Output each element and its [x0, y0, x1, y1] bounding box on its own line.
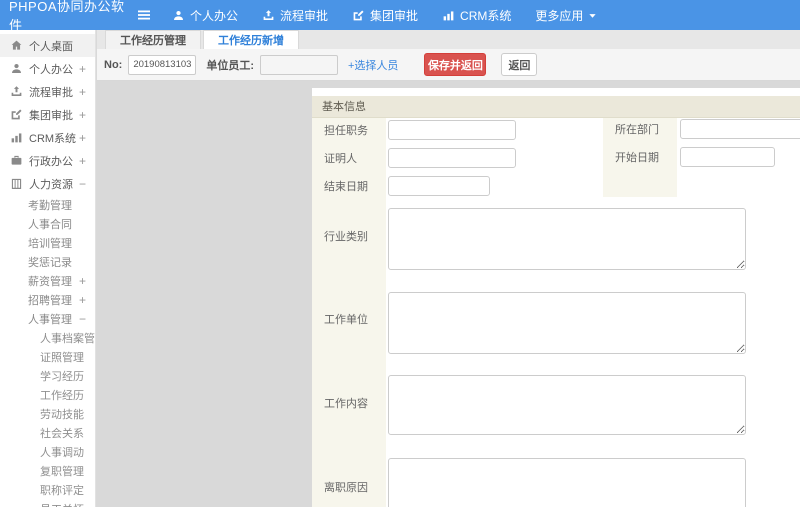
nav-crm[interactable]: CRM系统 [442, 7, 511, 24]
sidebar: 个人桌面 个人办公 + 流程审批 + 集团审批 + CRM系统 + 行政办公 +… [0, 30, 96, 507]
employee-input[interactable] [260, 54, 338, 75]
nav-label: 更多应用 [535, 8, 584, 23]
industry-label: 行业类别 [324, 231, 368, 243]
expand-toggle[interactable]: + [79, 293, 86, 307]
sidebar-item-work-history[interactable]: 工作经历 [0, 385, 95, 404]
work-content-textarea[interactable] [388, 375, 746, 435]
top-nav: 个人办公 流程审批 集团审批 CRM系统 更多应用 [172, 7, 597, 24]
certifier-label: 证明人 [324, 153, 357, 165]
nav-label: 集团审批 [370, 8, 419, 23]
company-textarea[interactable] [388, 292, 746, 354]
nav-personal-office[interactable]: 个人办公 [172, 7, 238, 24]
certifier-input[interactable] [388, 148, 516, 168]
sidebar-item-group-approval[interactable]: 集团审批 + [0, 103, 95, 126]
section-title: 基本信息 [312, 96, 800, 118]
employee-label: 单位员工: [206, 59, 254, 72]
no-label: No: [104, 58, 123, 71]
expand-toggle[interactable]: + [79, 62, 86, 76]
sidebar-item-hr[interactable]: 人力资源 − [0, 172, 95, 195]
leave-reason-textarea[interactable] [388, 458, 746, 507]
expand-toggle[interactable]: + [79, 108, 86, 122]
topbar: PHPOA协同办公软件 个人办公 流程审批 集团审批 CRM系统 更多应用 [0, 0, 800, 33]
select-person-link[interactable]: +选择人员 [348, 57, 398, 73]
nav-label: CRM系统 [460, 8, 512, 23]
expand-toggle[interactable]: + [79, 274, 86, 288]
user-icon [172, 9, 185, 22]
end-date-label: 结束日期 [324, 181, 368, 193]
app-logo: PHPOA协同办公软件 [9, 0, 125, 33]
save-and-return-button[interactable]: 保存并返回 [424, 53, 487, 76]
nav-label: 流程审批 [280, 8, 329, 23]
industry-textarea[interactable] [388, 208, 746, 270]
sidebar-item-personnel[interactable]: 人事管理 − [0, 309, 95, 328]
chart-icon [442, 9, 455, 22]
nav-label: 个人办公 [190, 8, 239, 23]
start-date-input[interactable] [680, 147, 775, 167]
menu-toggle-icon[interactable] [136, 7, 154, 23]
tab-strip: 工作经历管理 工作经历新增 [97, 30, 800, 49]
form-panel: 基本信息 担任职务 所在部门 证明人 开始日期 结束日期 行业类别 工作单位 工… [312, 88, 800, 507]
expand-toggle[interactable]: − [79, 312, 86, 326]
sidebar-item-employee-care[interactable]: 员工关怀 [0, 499, 95, 507]
sidebar-item-title-eval[interactable]: 职称评定 [0, 480, 95, 499]
edit-icon [10, 108, 23, 121]
position-label: 担任职务 [324, 125, 368, 137]
user-icon [10, 62, 23, 75]
leave-reason-label: 离职原因 [324, 482, 368, 494]
nav-more-apps[interactable]: 更多应用 [535, 7, 597, 24]
end-date-input[interactable] [388, 176, 490, 196]
sidebar-item-labor-skill[interactable]: 劳动技能 [0, 404, 95, 423]
caret-down-icon [588, 11, 597, 20]
sidebar-item-certificate[interactable]: 证照管理 [0, 347, 95, 366]
expand-toggle[interactable]: + [79, 154, 86, 168]
tab-work-history-new[interactable]: 工作经历新增 [203, 30, 299, 49]
briefcase-icon [10, 154, 23, 167]
start-date-label: 开始日期 [615, 152, 659, 164]
expand-toggle[interactable]: + [79, 85, 86, 99]
sidebar-item-training[interactable]: 培训管理 [0, 233, 95, 252]
department-label: 所在部门 [615, 124, 659, 136]
flow-icon [262, 9, 275, 22]
sidebar-item-reward-record[interactable]: 奖惩记录 [0, 252, 95, 271]
sidebar-item-attendance[interactable]: 考勤管理 [0, 195, 95, 214]
sidebar-item-salary[interactable]: 薪资管理 + [0, 271, 95, 290]
department-input[interactable] [680, 119, 800, 139]
position-input[interactable] [388, 120, 516, 140]
sidebar-item-personal-office[interactable]: 个人办公 + [0, 57, 95, 80]
sidebar-item-personnel-archive[interactable]: 人事档案管理 [0, 328, 95, 347]
building-icon [10, 177, 23, 190]
sidebar-item-recruit[interactable]: 招聘管理 + [0, 290, 95, 309]
flow-icon [10, 85, 23, 98]
work-content-label: 工作内容 [324, 398, 368, 410]
edit-icon [352, 9, 365, 22]
nav-workflow-approval[interactable]: 流程审批 [262, 7, 328, 24]
company-label: 工作单位 [324, 314, 368, 326]
home-icon [10, 39, 23, 52]
chart-icon [10, 131, 23, 144]
sidebar-item-workflow[interactable]: 流程审批 + [0, 80, 95, 103]
sidebar-item-social-relation[interactable]: 社会关系 [0, 423, 95, 442]
expand-toggle[interactable]: + [79, 131, 86, 145]
expand-toggle[interactable]: − [79, 177, 86, 191]
sidebar-item-study-history[interactable]: 学习经历 [0, 366, 95, 385]
sidebar-item-desktop[interactable]: 个人桌面 [0, 34, 95, 57]
toolbar: No: 单位员工: +选择人员 保存并返回 返回 [97, 49, 800, 81]
sidebar-item-hr-contract[interactable]: 人事合同 [0, 214, 95, 233]
no-input[interactable] [128, 54, 197, 75]
sidebar-item-reinstate[interactable]: 复职管理 [0, 461, 95, 480]
sidebar-item-admin-office[interactable]: 行政办公 + [0, 149, 95, 172]
sidebar-item-personnel-transfer[interactable]: 人事调动 [0, 442, 95, 461]
sidebar-item-crm[interactable]: CRM系统 + [0, 126, 95, 149]
back-button[interactable]: 返回 [501, 53, 538, 76]
nav-group-approval[interactable]: 集团审批 [352, 7, 418, 24]
